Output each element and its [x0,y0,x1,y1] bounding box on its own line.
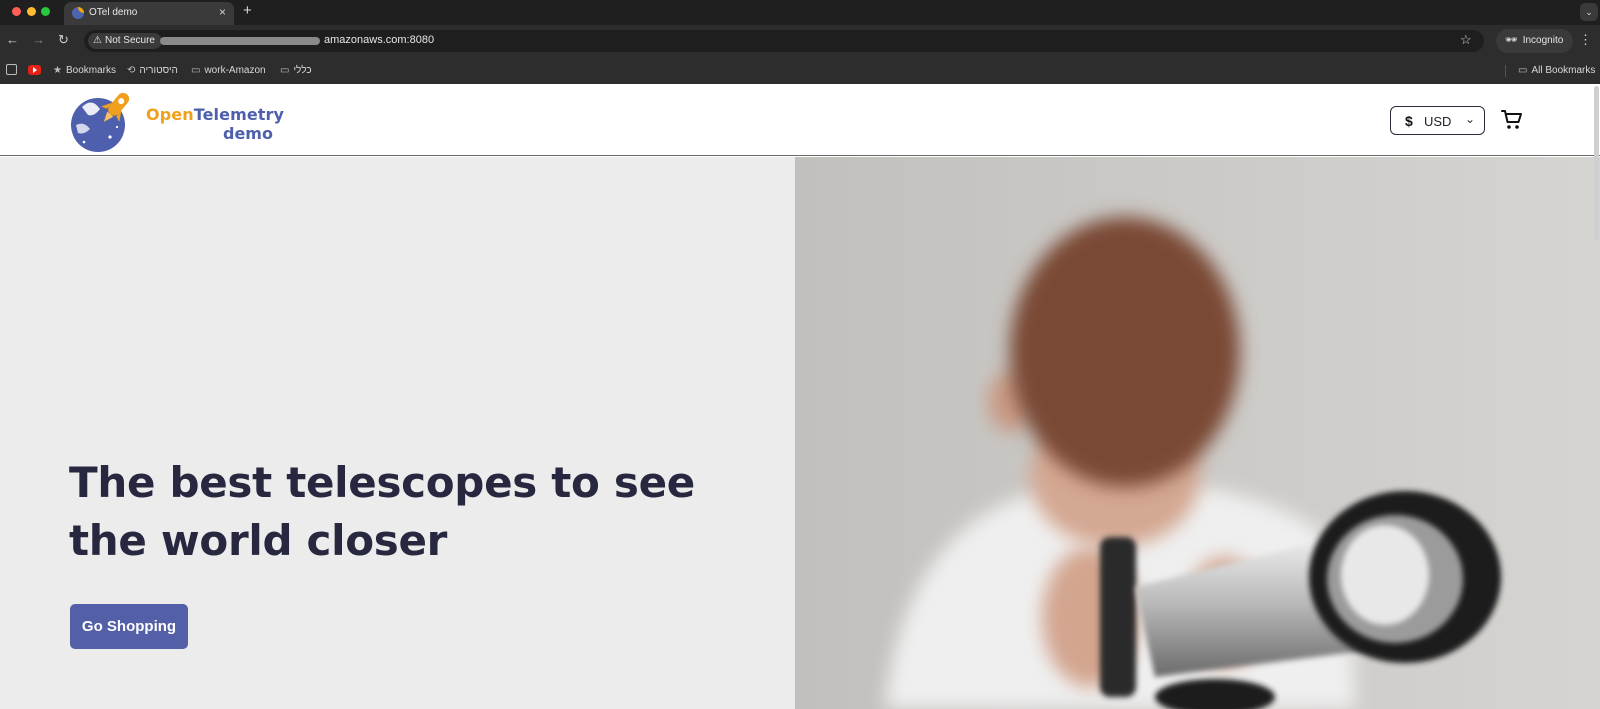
address-bar[interactable]: ⚠ Not Secure amazonaws.com:8080 ☆ [84,30,1484,52]
otel-logo[interactable]: OpenTelemetry demo [68,87,284,153]
history-icon: ⟲ [127,65,136,76]
otel-favicon-icon [72,7,84,19]
url-redacted-segment [160,37,320,45]
tab-title: OTel demo [89,7,138,18]
currency-symbol: $ [1405,113,1413,129]
window-zoom-button[interactable] [41,7,50,16]
star-icon[interactable]: ☆ [1460,32,1472,48]
new-tab-button[interactable]: + [243,3,252,19]
cart-icon [1501,110,1522,129]
incognito-indicator[interactable]: 🕶 Incognito [1496,29,1574,53]
window-minimize-button[interactable] [27,7,36,16]
hero-text-panel: The best telescopes to see the world clo… [0,157,795,709]
hero-image [795,157,1600,709]
go-shopping-button[interactable]: Go Shopping [70,604,188,649]
browser-menu-icon[interactable]: ⋮ [1579,33,1592,47]
child-with-telescope-image [795,157,1600,709]
bookmark-general[interactable]: ▭ כללי [280,64,312,77]
folder-icon: ▭ [280,65,290,76]
window-close-button[interactable] [12,7,21,16]
logo-demo-text: demo [223,124,273,143]
browser-tab-bar: OTel demo × + ⌄ [0,0,1600,25]
bookmark-history[interactable]: ⟲ היסטוריה [127,64,178,77]
site-header: OpenTelemetry demo $ USD ⌄ [0,84,1600,156]
folder-icon: ▭ [191,65,201,76]
forward-button[interactable]: → [32,32,45,48]
logo-wordmark: OpenTelemetry [146,105,285,124]
bookmarks-bar: ★ Bookmarks ⟲ היסטוריה ▭ work-Amazon ▭ כללי … [0,57,1600,84]
currency-selector[interactable]: $ USD ⌄ [1390,106,1485,135]
all-bookmarks[interactable]: ▭ All Bookmarks [1518,64,1595,77]
otel-logo-icon [71,92,130,152]
youtube-icon[interactable] [28,65,41,75]
chevron-down-icon: ⌄ [1464,112,1475,126]
reload-button[interactable]: ↻ [58,32,69,48]
bookmark-work-amazon[interactable]: ▭ work-Amazon [191,64,266,77]
apps-icon[interactable] [6,64,17,75]
tab-search-button[interactable]: ⌄ [1580,3,1598,21]
tab-close-button[interactable]: × [219,5,226,19]
bookmarks-divider [1505,65,1506,77]
security-indicator[interactable]: ⚠ Not Secure [88,33,162,49]
cart-button[interactable] [1500,108,1526,132]
incognito-icon: 🕶 [1505,35,1518,46]
hero-title: The best telescopes to see the world clo… [69,458,695,565]
bookmark-bookmarks[interactable]: ★ Bookmarks [53,64,116,77]
hero-banner: The best telescopes to see the world clo… [0,157,1600,709]
back-button[interactable]: ← [6,32,19,48]
star-icon: ★ [53,65,62,76]
browser-tab[interactable]: OTel demo × [64,2,234,25]
warning-icon: ⚠ [93,35,102,46]
page-scrollbar[interactable] [1594,86,1599,241]
currency-code: USD [1424,114,1452,129]
url-text[interactable]: amazonaws.com:8080 [324,34,434,46]
browser-toolbar: ← → ↻ ⚠ Not Secure amazonaws.com:8080 ☆ 🕶… [0,25,1600,57]
folder-icon: ▭ [1518,65,1528,76]
